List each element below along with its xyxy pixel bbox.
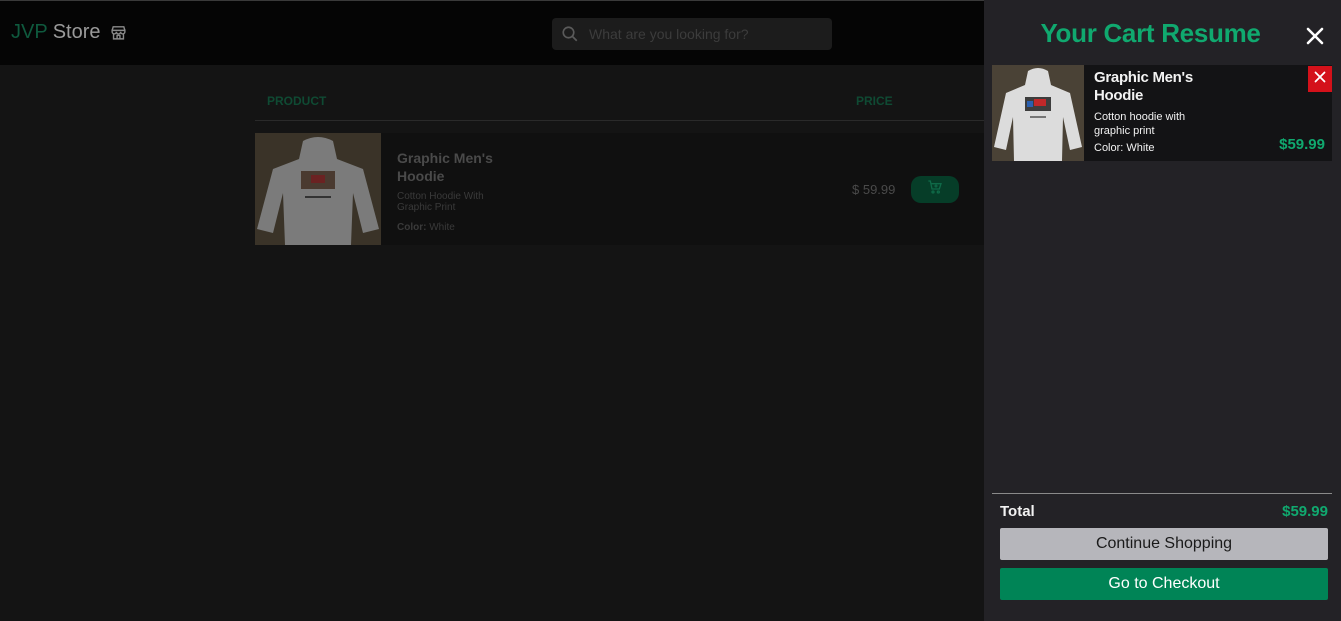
cart-title: Your Cart Resume (1040, 18, 1261, 48)
close-icon (1304, 27, 1326, 51)
checkout-button[interactable]: Go to Checkout (1000, 568, 1328, 600)
table-header: PRODUCT PRICE (255, 85, 984, 121)
total-value: $59.99 (1282, 503, 1328, 520)
add-to-cart-button[interactable] (911, 176, 959, 203)
product-image (255, 133, 381, 245)
search-bar (552, 18, 832, 50)
search-input[interactable] (587, 25, 826, 43)
cart-item-price: $59.99 (1279, 136, 1325, 153)
column-price: PRICE (856, 94, 893, 108)
search-icon[interactable] (561, 25, 579, 43)
logo-store: Store (52, 21, 101, 43)
remove-icon (1314, 70, 1326, 88)
remove-item-button[interactable] (1308, 66, 1332, 92)
cart-item-name: Graphic Men's Hoodie (1094, 69, 1193, 104)
add-to-cart-icon (927, 179, 943, 200)
cart-item-image (992, 65, 1084, 161)
table-row: Graphic Men's Hoodie Cotton Hoodie With … (255, 133, 984, 245)
cart-item-color: Color: White (1094, 142, 1155, 154)
storefront-icon (110, 24, 127, 41)
product-color-value: White (429, 222, 455, 233)
continue-shopping-button[interactable]: Continue Shopping (1000, 528, 1328, 560)
product-color: Color: White (397, 222, 455, 233)
product-price: $ 59.99 (852, 182, 896, 197)
cart-item: Graphic Men's Hoodie Cotton hoodie with … (992, 65, 1332, 161)
product-description: Cotton Hoodie With Graphic Print (397, 191, 484, 213)
close-cart-button[interactable] (1304, 25, 1326, 47)
product-color-label: Color: (397, 222, 427, 233)
store-logo[interactable]: JVP Store (11, 21, 127, 44)
cart-drawer: Your Cart Resume Graphic Men's Hoodie Co… (984, 0, 1341, 621)
product-name[interactable]: Graphic Men's Hoodie (397, 149, 517, 185)
column-product: PRODUCT (267, 94, 327, 108)
logo-jvp: JVP (11, 21, 48, 43)
cart-item-description: Cotton hoodie with graphic print (1094, 111, 1186, 137)
total-divider (992, 493, 1332, 494)
total-label: Total (1000, 503, 1035, 520)
